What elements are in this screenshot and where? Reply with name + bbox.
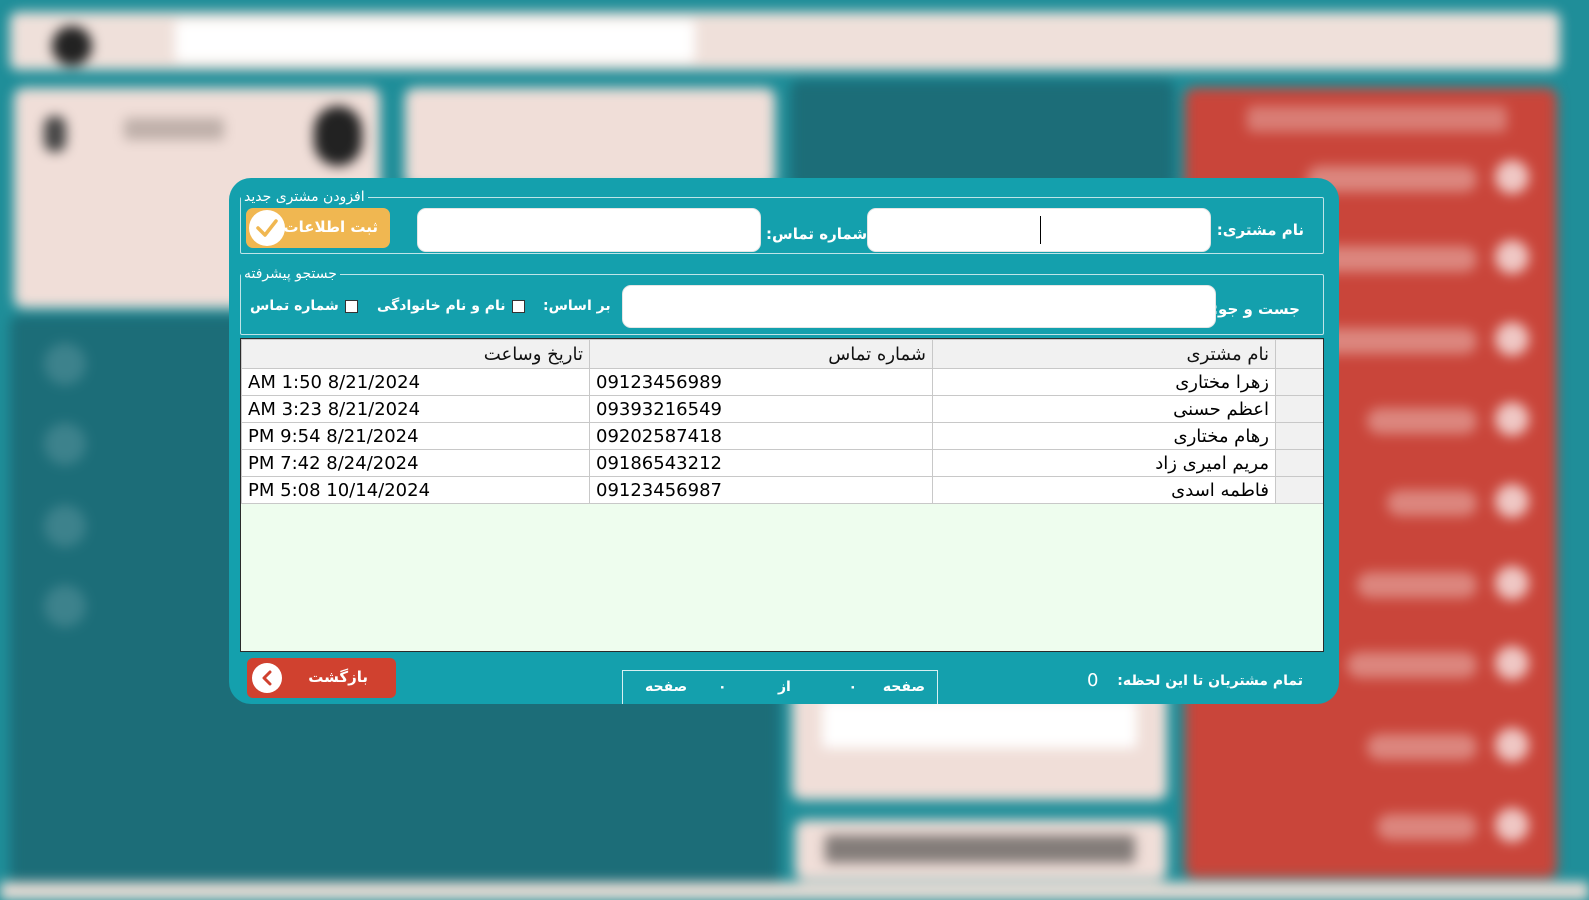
bg-avatar-icon xyxy=(52,26,92,66)
row-selector[interactable] xyxy=(1275,368,1323,396)
bg-lock-icon xyxy=(44,116,66,152)
cell-datetime[interactable]: 8/21/2024 3:23 AM xyxy=(241,395,590,423)
pager-total-pages: ۰ xyxy=(718,679,727,695)
cell-name[interactable]: رهام مختاری xyxy=(932,422,1276,450)
cell-phone[interactable]: 09123456987 xyxy=(589,476,933,504)
total-customers-label: تمام مشتریان تا این لحظه: xyxy=(1117,673,1303,689)
table-row[interactable]: اعظم حسنی 09393216549 8/21/2024 3:23 AM xyxy=(241,395,1323,423)
table-row[interactable]: فاطمه اسدی 09123456987 10/14/2024 5:08 P… xyxy=(241,476,1323,504)
customers-table: نام مشتری شماره تماس تاریخ وساعت زهرا مخ… xyxy=(241,339,1323,504)
cell-name[interactable]: زهرا مختاری xyxy=(932,368,1276,396)
row-selector-header[interactable] xyxy=(1275,339,1323,369)
row-selector[interactable] xyxy=(1275,395,1323,423)
customer-name-input[interactable] xyxy=(867,208,1211,252)
table-row[interactable]: مریم امیری زاد 09186543212 8/24/2024 7:4… xyxy=(241,449,1323,477)
cell-datetime[interactable]: 8/21/2024 9:54 PM xyxy=(241,422,590,450)
bg-note-card xyxy=(792,690,1167,800)
back-button-label: بازگشت xyxy=(308,668,368,686)
based-on-label: بر اساس: xyxy=(543,298,611,314)
total-customers-value: 0 xyxy=(1087,670,1099,691)
chevron-left-icon xyxy=(252,663,282,693)
cell-name[interactable]: اعظم حسنی xyxy=(932,395,1276,423)
cell-phone[interactable]: 09123456989 xyxy=(589,368,933,396)
pager-page-word: صفحه xyxy=(882,679,925,695)
column-header-name[interactable]: نام مشتری xyxy=(932,339,1276,369)
search-label: جست و جو: xyxy=(1212,300,1300,318)
column-header-phone[interactable]: شماره تماس xyxy=(589,339,933,369)
table-row[interactable]: زهرا مختاری 09123456989 8/21/2024 1:50 A… xyxy=(241,368,1323,396)
check-icon xyxy=(249,210,285,246)
cell-datetime[interactable]: 10/14/2024 5:08 PM xyxy=(241,476,590,504)
cell-phone[interactable]: 09186543212 xyxy=(589,449,933,477)
cell-datetime[interactable]: 8/21/2024 1:50 AM xyxy=(241,368,590,396)
row-selector[interactable] xyxy=(1275,476,1323,504)
filter-phone-box[interactable] xyxy=(344,299,358,313)
bg-clock-card xyxy=(795,820,1167,880)
column-header-datetime[interactable]: تاریخ وساعت xyxy=(241,339,590,369)
phone-label: شماره تماس: xyxy=(766,225,868,243)
bg-search-field xyxy=(175,20,695,62)
customer-dialog: افزودن مشتری جدید نام مشتری: شماره تماس:… xyxy=(229,178,1339,704)
customers-grid[interactable]: نام مشتری شماره تماس تاریخ وساعت زهرا مخ… xyxy=(240,338,1324,652)
bg-top-bar xyxy=(10,12,1560,70)
add-customer-legend: افزودن مشتری جدید xyxy=(244,189,365,205)
pager-page-word-2: صفحه xyxy=(645,679,688,695)
cell-phone[interactable]: 09202587418 xyxy=(589,422,933,450)
pager-current-page: ۰ xyxy=(848,679,857,695)
cell-name[interactable]: مریم امیری زاد xyxy=(932,449,1276,477)
cell-datetime[interactable]: 8/24/2024 7:42 PM xyxy=(241,449,590,477)
cell-name[interactable]: فاطمه اسدی xyxy=(932,476,1276,504)
save-button-label: ثبت اطلاعات xyxy=(283,218,378,236)
filter-phone-label: شماره تماس xyxy=(250,298,339,314)
filter-name-box[interactable] xyxy=(511,299,525,313)
search-input[interactable] xyxy=(622,285,1216,328)
row-selector[interactable] xyxy=(1275,449,1323,477)
advanced-search-legend: جستجو پیشرفته xyxy=(244,266,337,282)
filter-phone-checkbox[interactable]: شماره تماس xyxy=(250,298,358,314)
pager-of-word: از xyxy=(778,679,791,695)
pager: صفحه ۰ از ۰ صفحه xyxy=(622,670,938,704)
table-header-row: نام مشتری شماره تماس تاریخ وساعت xyxy=(241,339,1323,369)
bg-customer-count-card xyxy=(790,80,1175,190)
row-selector[interactable] xyxy=(1275,422,1323,450)
bg-user-icon xyxy=(314,106,362,166)
back-button[interactable]: بازگشت xyxy=(247,658,396,698)
phone-input[interactable] xyxy=(417,208,761,252)
filter-name-checkbox[interactable]: نام و نام خانوادگی xyxy=(377,298,525,314)
text-caret xyxy=(1040,216,1041,244)
bg-today-sales-card xyxy=(405,88,775,188)
save-button[interactable]: ثبت اطلاعات xyxy=(246,208,390,248)
cell-phone[interactable]: 09393216549 xyxy=(589,395,933,423)
table-row[interactable]: رهام مختاری 09202587418 8/21/2024 9:54 P… xyxy=(241,422,1323,450)
customer-name-label: نام مشتری: xyxy=(1216,221,1304,239)
filter-name-label: نام و نام خانوادگی xyxy=(377,298,506,314)
